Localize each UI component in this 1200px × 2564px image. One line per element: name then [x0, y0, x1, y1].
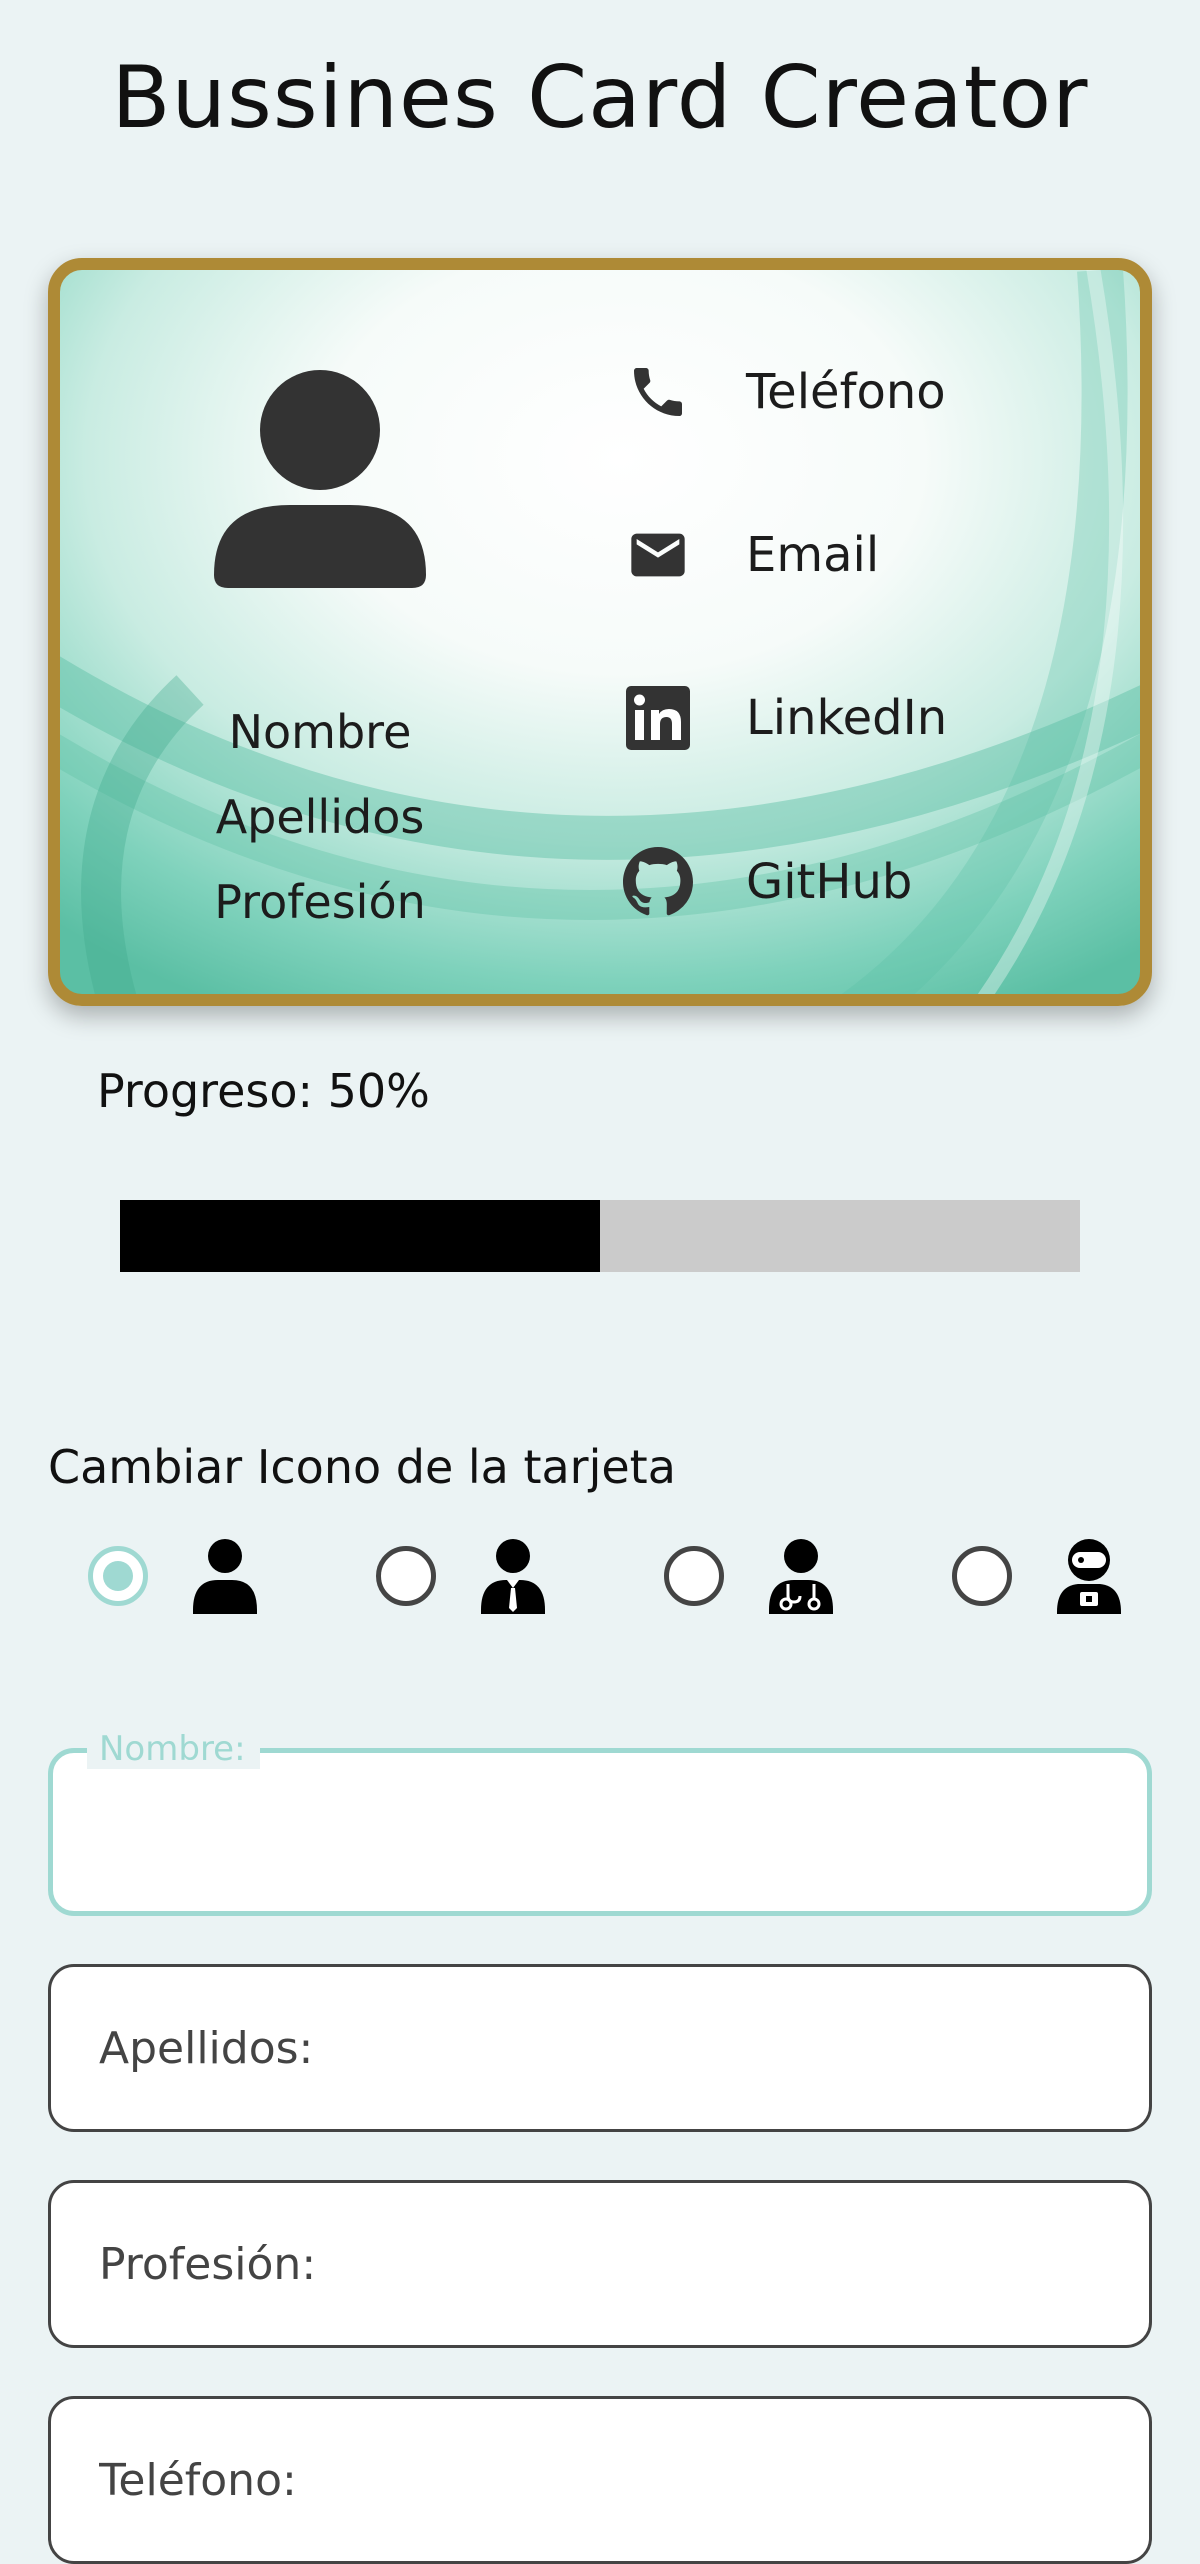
- phone-field[interactable]: [48, 2396, 1152, 2564]
- card-github: GitHub: [620, 842, 912, 922]
- page-title: Bussines Card Creator: [111, 48, 1089, 148]
- person-icon: [193, 1539, 257, 1614]
- card-name-block: Nombre Apellidos Profesión: [120, 690, 520, 945]
- icon-option-person[interactable]: [88, 1536, 258, 1616]
- businessman-icon: [481, 1539, 545, 1614]
- card-phone: Teléfono: [620, 352, 946, 432]
- phone-input[interactable]: [99, 2399, 1099, 2561]
- card-name: Nombre: [228, 705, 412, 759]
- icon-option-businessman-radio[interactable]: [376, 1546, 436, 1606]
- email-icon: [620, 517, 696, 593]
- icon-picker-title: Cambiar Icono de la tarjeta: [48, 1440, 676, 1494]
- progress-label: Progreso: 50%: [97, 1064, 430, 1118]
- business-card-preview: Nombre Apellidos Profesión Teléfono Emai…: [48, 258, 1152, 1006]
- name-input[interactable]: [101, 1753, 1101, 1911]
- profession-field[interactable]: [48, 2180, 1152, 2348]
- icon-option-astronaut[interactable]: [952, 1536, 1122, 1616]
- progress-bar: [120, 1200, 1080, 1272]
- github-icon: [620, 844, 696, 920]
- surname-field[interactable]: [48, 1964, 1152, 2132]
- astronaut-icon: [1057, 1539, 1121, 1614]
- card-email: Email: [620, 515, 879, 595]
- linkedin-icon: [620, 680, 696, 756]
- progress-bar-fill: [120, 1200, 600, 1272]
- icon-option-person-radio[interactable]: [88, 1546, 148, 1606]
- icon-option-doctor-radio[interactable]: [664, 1546, 724, 1606]
- phone-icon: [620, 354, 696, 430]
- doctor-icon: [769, 1539, 833, 1614]
- icon-option-astronaut-radio[interactable]: [952, 1546, 1012, 1606]
- icon-option-doctor[interactable]: [664, 1536, 834, 1616]
- profession-input[interactable]: [99, 2183, 1099, 2345]
- card-linkedin: LinkedIn: [620, 678, 947, 758]
- person-icon: [214, 370, 426, 588]
- name-field[interactable]: Nombre:: [48, 1729, 1152, 1916]
- icon-option-businessman[interactable]: [376, 1536, 546, 1616]
- card-surname: Apellidos: [215, 790, 425, 844]
- surname-input[interactable]: [99, 1967, 1099, 2129]
- card-profession: Profesión: [214, 875, 426, 929]
